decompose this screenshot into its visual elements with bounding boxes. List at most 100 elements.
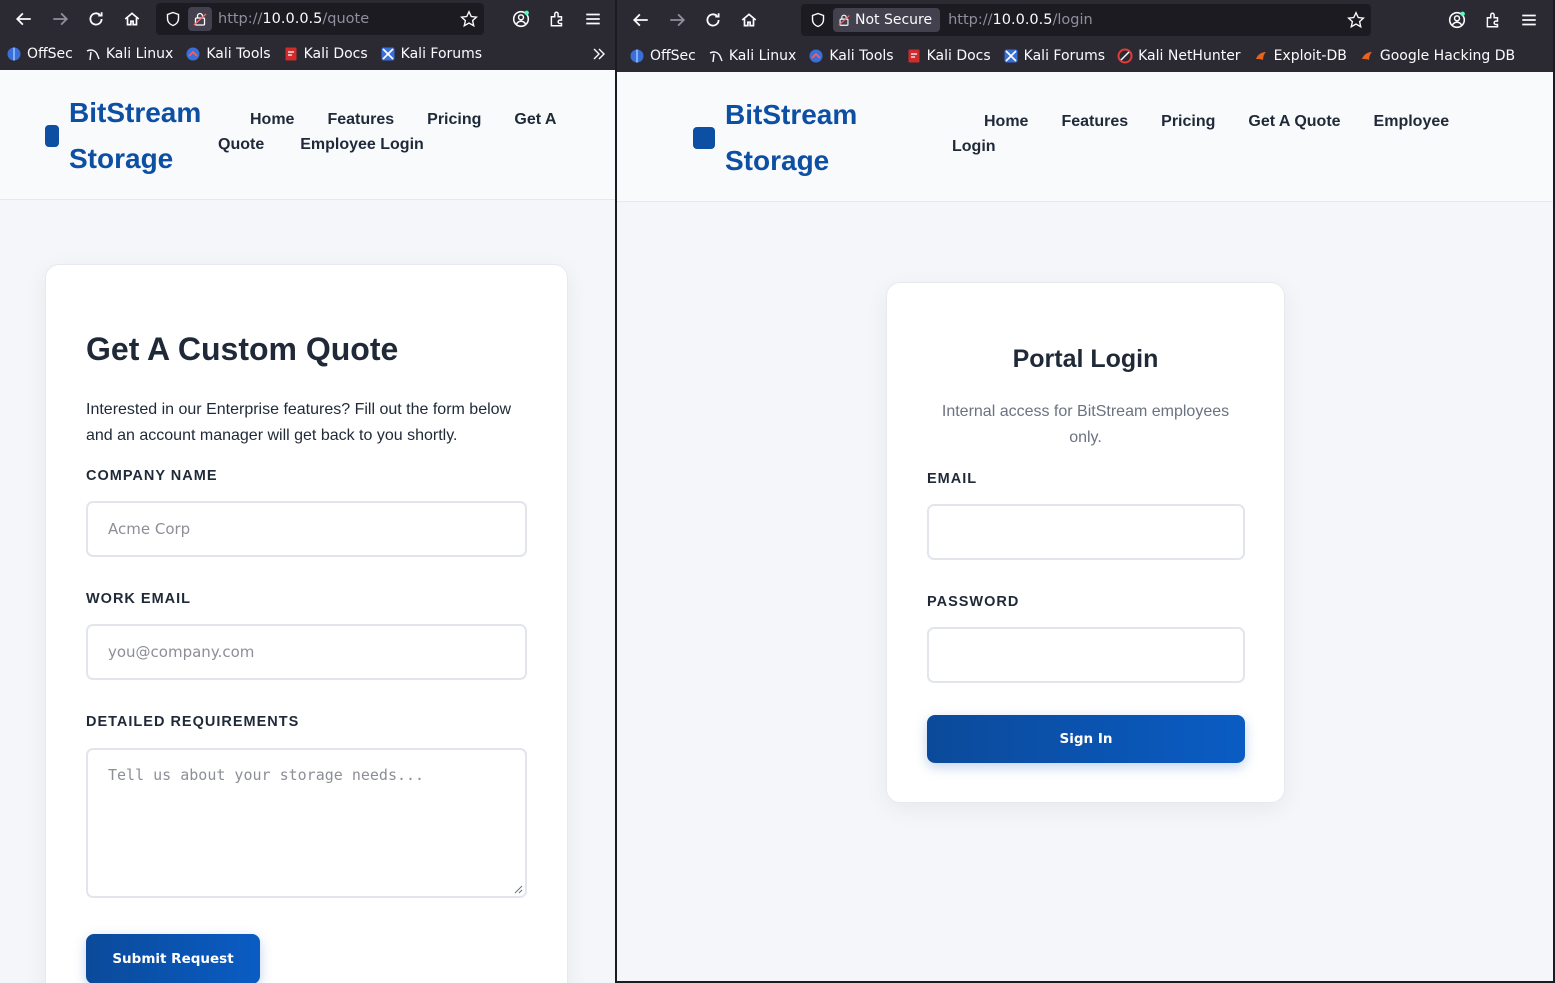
forward-icon[interactable] [659,4,695,36]
requirements-placeholder: Tell us about your storage needs... [108,766,425,784]
bookmark-kali-forums[interactable]: Kali Forums [380,46,482,62]
site-logo[interactable]: BitStream Storage [693,92,857,184]
bookmark-label: Kali Linux [728,48,797,64]
insecure-lock-icon [838,14,850,26]
kali-docs-icon [906,48,922,64]
quote-lead: Interested in our Enterprise features? F… [86,401,512,444]
account-icon[interactable] [1439,4,1475,36]
site-header: BitStream Storage Home Features Pricing Get… [617,72,1554,202]
shield-icon[interactable] [164,10,182,28]
bookmark-star-icon[interactable] [1347,11,1365,29]
bookmark-kali-linux[interactable]: Kali Linux [708,48,796,64]
menu-icon[interactable] [575,3,611,35]
nav-employee-login[interactable]: Employee Login [300,132,424,157]
kali-forums-icon [1003,48,1019,64]
bookmark-kali-tools[interactable]: Kali Tools [808,48,894,64]
ghdb-icon [1359,48,1375,64]
chevron-double-right-icon[interactable] [591,46,607,62]
url-bar[interactable]: http://10.0.0.5/quote [156,3,484,35]
bookmark-exploit-db[interactable]: Exploit-DB [1253,48,1347,64]
nav-get-quote[interactable]: Get A Quote [1248,109,1340,134]
bookmark-label: Kali Forums [400,46,483,62]
bookmark-offsec[interactable]: OffSec [629,48,696,64]
url-path: /quote [322,11,370,27]
email-input[interactable] [927,504,1245,560]
email-label: EMAIL [927,471,978,487]
logo-line-1: BitStream [69,97,202,128]
submit-request-button[interactable]: Submit Request [86,934,260,983]
page-title: Portal Login [1012,345,1159,373]
company-name-placeholder: Acme Corp [108,520,191,538]
url-text[interactable]: http://10.0.0.5/quote [218,11,369,27]
bookmark-label: Exploit-DB [1273,48,1347,64]
nav-features[interactable]: Features [327,107,394,132]
insecure-lock-icon[interactable] [188,7,212,31]
work-email-placeholder: you@company.com [108,643,255,661]
bookmark-star-icon[interactable] [460,10,478,28]
offsec-icon [629,48,645,64]
bookmark-google-hacking-db[interactable]: Google Hacking DB [1359,48,1515,64]
bookmark-label: Kali Forums [1023,48,1106,64]
page-title: Get A Custom Quote [86,331,399,367]
menu-icon[interactable] [1511,4,1547,36]
home-icon[interactable] [731,4,767,36]
nav-pricing[interactable]: Pricing [427,107,481,132]
nav-home[interactable]: Home [984,109,1028,134]
forward-icon[interactable] [42,3,78,35]
browser-chrome: Not Secure http://10.0.0.5/login OffSec … [617,0,1554,72]
site-nav: Home Features Pricing Get A Quote Employee L… [952,109,1512,159]
back-icon[interactable] [623,4,659,36]
login-card: Portal Login Internal access for BitStre… [886,282,1285,803]
nav-employee-login-part1[interactable]: Employee [1374,109,1450,134]
shield-icon[interactable] [809,11,827,29]
logo-line-2: Storage [725,145,830,176]
nav-get-quote-part2[interactable]: Quote [218,132,264,157]
nav-home[interactable]: Home [250,107,294,132]
browser-window-quote: http://10.0.0.5/quote OffSec Kali Linux … [0,0,615,983]
bookmark-kali-linux[interactable]: Kali Linux [85,46,173,62]
not-secure-badge[interactable]: Not Secure [833,8,941,32]
nav-pricing[interactable]: Pricing [1161,109,1215,134]
password-input[interactable] [927,627,1245,683]
work-email-input[interactable]: you@company.com [86,624,527,680]
bookmark-kali-tools[interactable]: Kali Tools [185,46,271,62]
bookmark-kali-docs[interactable]: Kali Docs [906,48,991,64]
extensions-icon[interactable] [1475,4,1511,36]
bookmark-label: OffSec [27,46,73,62]
extensions-icon[interactable] [539,3,575,35]
url-bar[interactable]: Not Secure http://10.0.0.5/login [801,4,1371,36]
bookmark-label: Kali Tools [206,46,271,62]
browser-toolbar: Not Secure http://10.0.0.5/login [617,0,1554,40]
site-logo[interactable]: BitStream Storage [45,90,201,182]
kali-docs-icon [283,46,299,62]
bookmark-label: Kali Docs [926,48,991,64]
back-icon[interactable] [6,3,42,35]
sign-in-button[interactable]: Sign In [927,715,1245,763]
logo-mark [693,127,715,149]
bookmark-kali-forums[interactable]: Kali Forums [1003,48,1105,64]
kali-forums-icon [380,46,396,62]
work-email-label: WORK EMAIL [86,591,192,607]
bookmark-offsec[interactable]: OffSec [6,46,73,62]
bookmark-kali-docs[interactable]: Kali Docs [283,46,368,62]
bookmark-kali-nethunter[interactable]: Kali NetHunter [1117,48,1241,64]
company-name-label: COMPANY NAME [86,468,218,484]
browser-chrome: http://10.0.0.5/quote OffSec Kali Linux … [0,0,615,70]
logo-text: BitStream Storage [69,90,201,182]
requirements-textarea[interactable]: Tell us about your storage needs... [86,748,527,898]
kali-tools-icon [808,48,824,64]
reload-icon[interactable] [78,3,114,35]
company-name-input[interactable]: Acme Corp [86,501,527,557]
url-text[interactable]: http://10.0.0.5/login [948,12,1093,28]
nav-employee-login-part2[interactable]: Login [952,134,996,159]
bookmarks-toolbar: OffSec Kali Linux Kali Tools Kali Docs K… [0,38,615,70]
account-icon[interactable] [503,3,539,35]
nav-features[interactable]: Features [1061,109,1128,134]
nav-get-quote-part1[interactable]: Get A [514,107,556,132]
reload-icon[interactable] [695,4,731,36]
home-icon[interactable] [114,3,150,35]
resize-handle-icon[interactable] [513,884,523,894]
offsec-icon [6,46,22,62]
logo-text: BitStream Storage [725,92,857,184]
login-subtitle: Internal access for BitStream employees … [941,403,1230,446]
